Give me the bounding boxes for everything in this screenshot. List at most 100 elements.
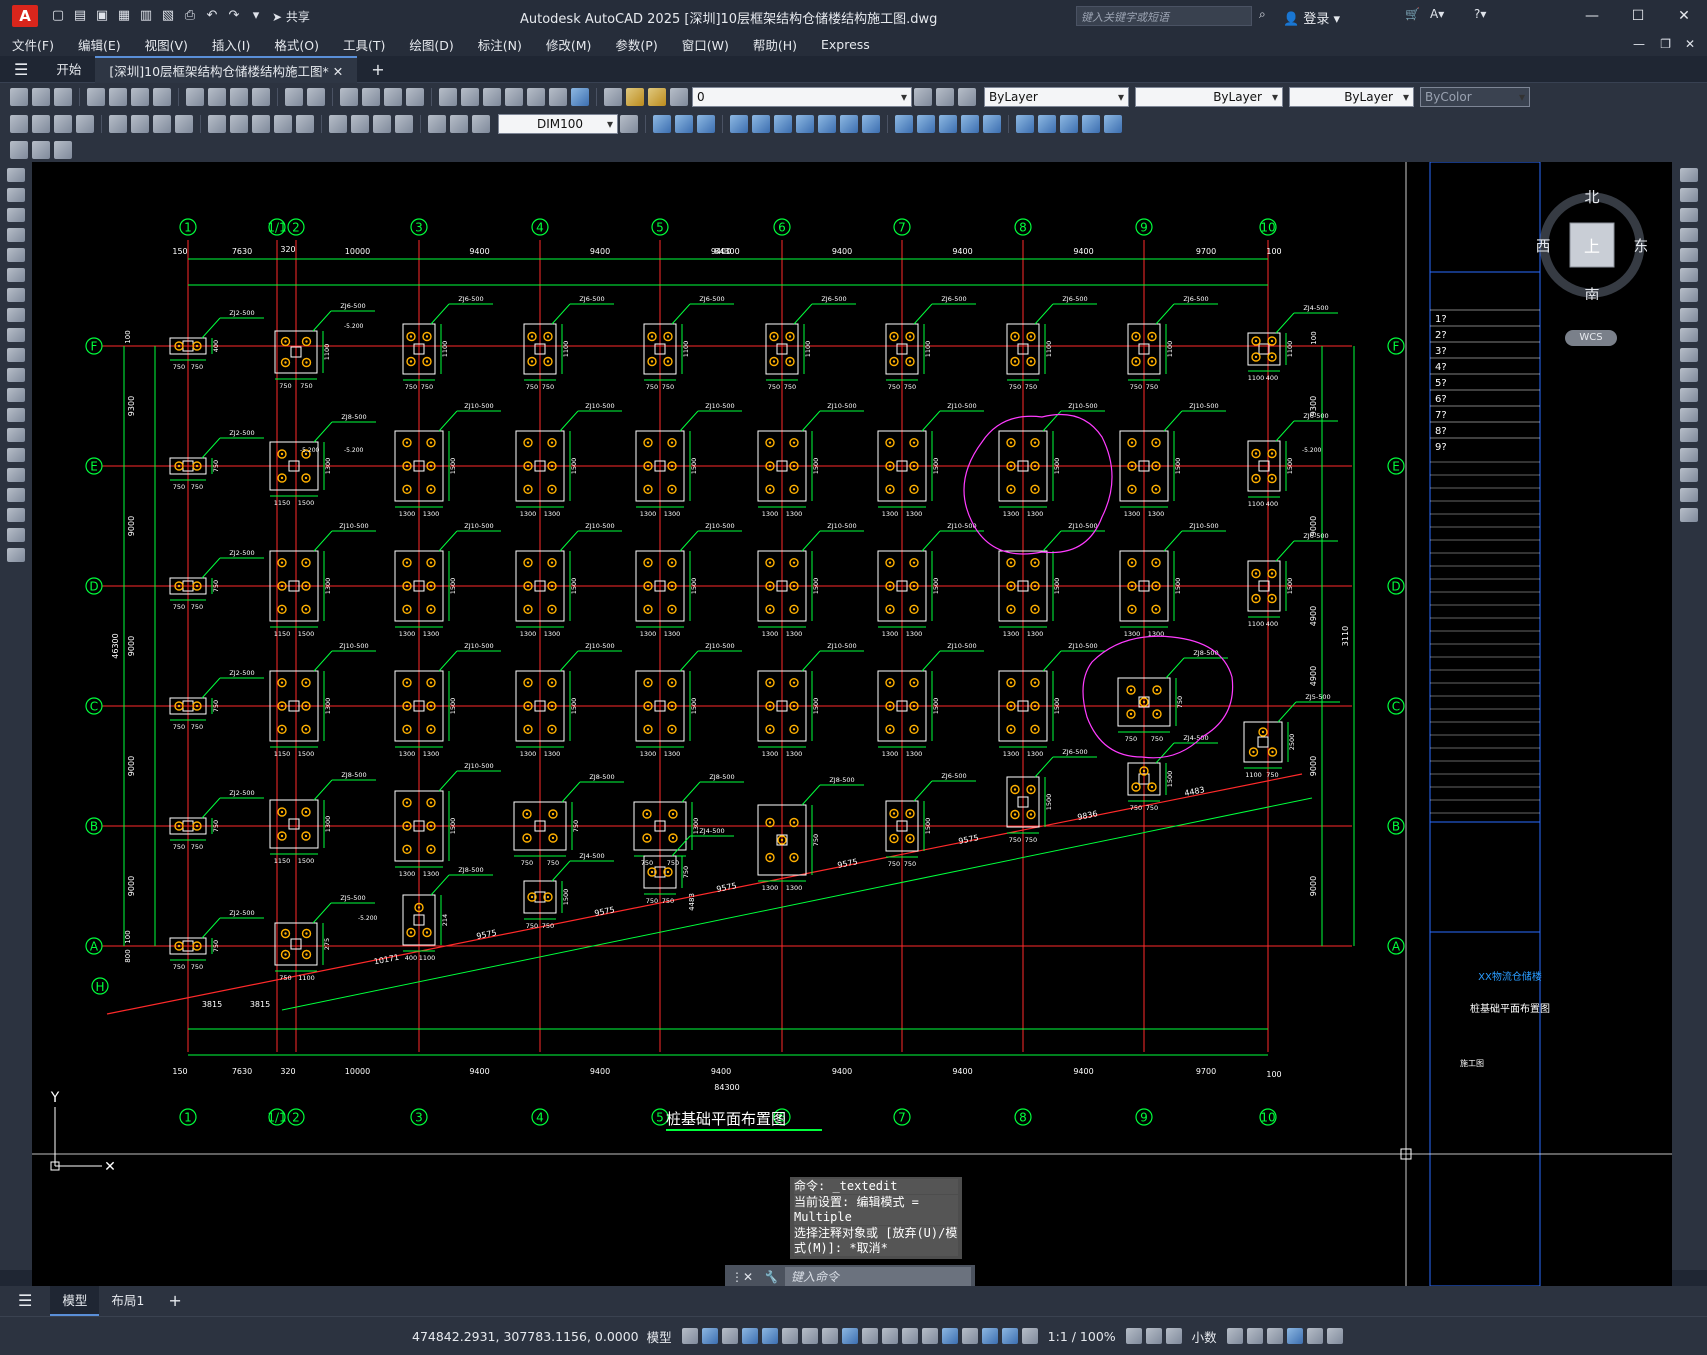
offset-icon[interactable] (697, 114, 715, 133)
jogged-dim-icon[interactable] (131, 114, 149, 133)
maximize-icon[interactable]: ☐ (1615, 0, 1661, 32)
lock-ui-icon[interactable] (1246, 1328, 1263, 1344)
quick-dim-icon[interactable] (208, 114, 226, 133)
3d-osnap-icon[interactable] (921, 1328, 938, 1344)
dynamic-input-icon[interactable] (741, 1328, 758, 1344)
new-tab-icon[interactable]: + (357, 56, 398, 83)
rectangle-icon[interactable] (7, 248, 25, 262)
dimstyle-dropdown[interactable]: DIM100 (498, 113, 618, 134)
erase-icon[interactable] (1680, 168, 1698, 182)
fillet-object-icon[interactable] (1680, 468, 1698, 482)
redo-toolbar-icon[interactable] (307, 87, 325, 106)
compass-west[interactable]: 西 (1535, 237, 1551, 255)
break-object-icon[interactable] (1680, 408, 1698, 422)
command-input[interactable]: 键入命令 (785, 1267, 971, 1287)
ellipse-arc-icon[interactable] (7, 368, 25, 382)
layer-properties-icon[interactable] (604, 87, 622, 106)
arc-icon[interactable] (7, 268, 25, 282)
menu-window[interactable]: 窗口(W) (670, 35, 741, 54)
paste-icon[interactable] (230, 87, 248, 106)
isolate-objects-icon[interactable] (1266, 1328, 1283, 1344)
add-layout-icon[interactable]: + (156, 1286, 193, 1316)
layer-states-icon[interactable] (958, 87, 976, 106)
command-grip-icon[interactable]: ⋮ (731, 1270, 743, 1284)
offset-object-icon[interactable] (1680, 228, 1698, 242)
line-icon[interactable] (7, 168, 25, 182)
add-selected-icon[interactable] (7, 548, 25, 562)
osnap-icon[interactable] (841, 1328, 858, 1344)
plot-icon[interactable]: ⎙ (182, 8, 198, 24)
grid-icon[interactable] (681, 1328, 698, 1344)
inspect-icon[interactable] (373, 114, 391, 133)
dim-space-icon[interactable] (274, 114, 292, 133)
insert-block-icon[interactable] (32, 140, 50, 159)
annotation-scale[interactable]: 1:1 / 100% (1048, 1329, 1116, 1344)
spline-icon[interactable] (7, 328, 25, 342)
mtext-icon[interactable] (7, 528, 25, 542)
match-prop-icon[interactable] (252, 87, 270, 106)
trim-object-icon[interactable] (1680, 348, 1698, 362)
scale-icon[interactable] (796, 114, 814, 133)
tab-close-icon[interactable]: ✕ (333, 64, 343, 79)
edit-block-icon[interactable] (10, 140, 28, 159)
menu-help[interactable]: 帮助(H) (741, 35, 809, 54)
layer-on-icon[interactable] (626, 87, 644, 106)
open-icon[interactable] (32, 87, 50, 106)
cut-icon[interactable] (186, 87, 204, 106)
autodesk-app-icon[interactable]: A▾ (1430, 7, 1444, 21)
dim-update-icon[interactable] (472, 114, 490, 133)
layer-freeze-icon[interactable] (648, 87, 666, 106)
menu-modify[interactable]: 修改(M) (534, 35, 604, 54)
annotation-visibility-icon[interactable] (1001, 1328, 1018, 1344)
drawing-svg[interactable]: 111/11/122334455667788991010F FE ED DC CB BA A… (32, 162, 1672, 1286)
hatch-icon[interactable] (7, 448, 25, 462)
layout-menu-icon[interactable]: ☰ (0, 1286, 50, 1316)
plotstyle-dropdown[interactable]: ByColor (1420, 86, 1530, 107)
zoom-window-icon[interactable] (384, 87, 402, 106)
dim-edit-icon[interactable] (428, 114, 446, 133)
menu-parametric[interactable]: 参数(P) (603, 35, 669, 54)
point-icon[interactable] (7, 428, 25, 442)
chamfer-object-icon[interactable] (1680, 448, 1698, 462)
fillet-icon[interactable] (961, 114, 979, 133)
aligned-dim-icon[interactable] (32, 114, 50, 133)
radius-dim-icon[interactable] (109, 114, 127, 133)
dynamic-ucs-icon[interactable] (941, 1328, 958, 1344)
publish-icon[interactable] (131, 87, 149, 106)
new-file-icon[interactable]: ▢ (50, 8, 66, 24)
share-button[interactable]: ➤ 共享 (272, 8, 310, 25)
workspace-gear-icon[interactable] (1125, 1328, 1142, 1344)
jogged-linear-icon[interactable] (395, 114, 413, 133)
transparency-icon[interactable] (881, 1328, 898, 1344)
menu-insert[interactable]: 插入(I) (200, 35, 262, 54)
minimize-icon[interactable]: — (1569, 0, 1615, 32)
scale-object-icon[interactable] (1680, 308, 1698, 322)
bring-front-icon[interactable] (1038, 114, 1056, 133)
menu-express[interactable]: Express (809, 37, 882, 52)
extend-icon[interactable] (862, 114, 880, 133)
help-toolbar-icon[interactable] (571, 87, 589, 106)
markup-icon[interactable] (527, 87, 545, 106)
auto-scale-icon[interactable] (1021, 1328, 1038, 1344)
revcloud-icon[interactable] (7, 308, 25, 322)
calculator-icon[interactable] (549, 87, 567, 106)
text-front-icon[interactable] (1082, 114, 1100, 133)
move-icon[interactable] (752, 114, 770, 133)
explode-icon[interactable] (983, 114, 1001, 133)
angular-dim-icon[interactable] (175, 114, 193, 133)
copy-object-icon[interactable] (1680, 188, 1698, 202)
compass-south[interactable]: 南 (1584, 286, 1599, 304)
gradient-icon[interactable] (7, 468, 25, 482)
model-space-button[interactable]: 模型 (647, 1327, 672, 1346)
chamfer-icon[interactable] (939, 114, 957, 133)
region-icon[interactable] (7, 488, 25, 502)
snap-icon[interactable] (701, 1328, 718, 1344)
save-web-icon[interactable]: ▧ (160, 8, 176, 24)
app-menu-icon[interactable]: ☰ (0, 56, 42, 83)
gizmo-icon[interactable] (981, 1328, 998, 1344)
linear-dim-icon[interactable] (10, 114, 28, 133)
compass-north[interactable]: 北 (1584, 188, 1599, 206)
polyline-icon[interactable] (7, 208, 25, 222)
polar-icon[interactable] (781, 1328, 798, 1344)
extend-object-icon[interactable] (1680, 368, 1698, 382)
